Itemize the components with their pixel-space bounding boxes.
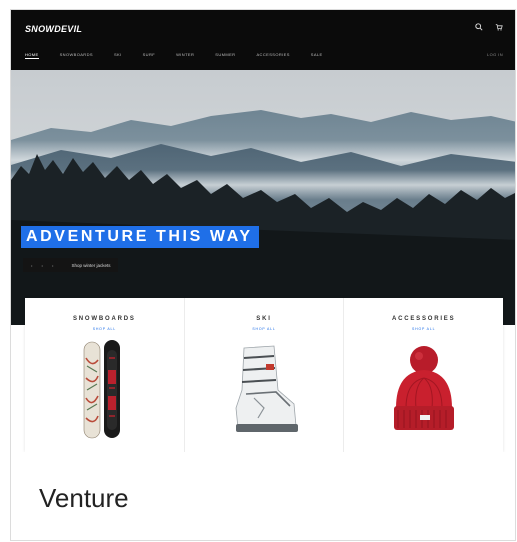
nav-item-surf[interactable]: Surf: [143, 52, 156, 59]
hero-cta-bar[interactable]: • • • Shop winter jackets: [23, 258, 119, 272]
nav-item-accessories[interactable]: Accessories: [256, 52, 289, 59]
nav-item-sale[interactable]: Sale: [311, 52, 323, 59]
hero-banner[interactable]: ADVENTURE THIS WAY • • • Shop winter jac…: [11, 70, 515, 325]
beanie-product-image: [393, 346, 454, 430]
collection-title: ACCESSORIES: [391, 316, 456, 322]
slide-dots[interactable]: • • •: [31, 263, 57, 268]
collection-link[interactable]: Shop all: [185, 327, 344, 331]
theme-name[interactable]: Venture: [39, 483, 129, 514]
main-nav: Home Snowboards Ski Surf Winter Summer A…: [25, 52, 344, 59]
login-link[interactable]: Log in: [487, 52, 503, 57]
nav-item-home[interactable]: Home: [25, 52, 39, 59]
collection-title: SNOWBOARDS: [73, 316, 136, 322]
hero-cta-label[interactable]: Shop winter jackets: [71, 263, 110, 268]
collection-title: SKI: [256, 316, 272, 322]
nav-item-snowboards[interactable]: Snowboards: [60, 52, 93, 59]
nav-item-ski[interactable]: Ski: [114, 52, 122, 59]
store-logo[interactable]: SNOWDEVIL: [25, 24, 82, 34]
collection-snowboards[interactable]: SNOWBOARDS Shop all: [25, 298, 185, 452]
collection-link[interactable]: Shop all: [344, 327, 503, 331]
cart-icon[interactable]: [495, 23, 503, 31]
search-icon[interactable]: [475, 23, 483, 31]
collection-link[interactable]: Shop all: [25, 327, 184, 331]
ski-boot-product-image: [235, 345, 298, 432]
hero-headline: ADVENTURE THIS WAY: [21, 226, 259, 248]
store-header: SNOWDEVIL Home Snowboards Ski Surf Winte…: [11, 10, 515, 70]
nav-item-summer[interactable]: Summer: [215, 52, 235, 59]
collection-accessories[interactable]: ACCESSORIES Shop all: [344, 298, 503, 452]
theme-preview[interactable]: SNOWDEVIL Home Snowboards Ski Surf Winte…: [11, 10, 515, 452]
nav-item-winter[interactable]: Winter: [176, 52, 194, 59]
collection-ski[interactable]: SKI Shop all: [185, 298, 345, 452]
hero-mountain-image: [11, 70, 515, 325]
featured-collections: SNOWBOARDS Shop all SKI: [25, 298, 503, 452]
snowboard-product-image: [84, 340, 121, 439]
theme-card[interactable]: SNOWDEVIL Home Snowboards Ski Surf Winte…: [10, 9, 516, 541]
